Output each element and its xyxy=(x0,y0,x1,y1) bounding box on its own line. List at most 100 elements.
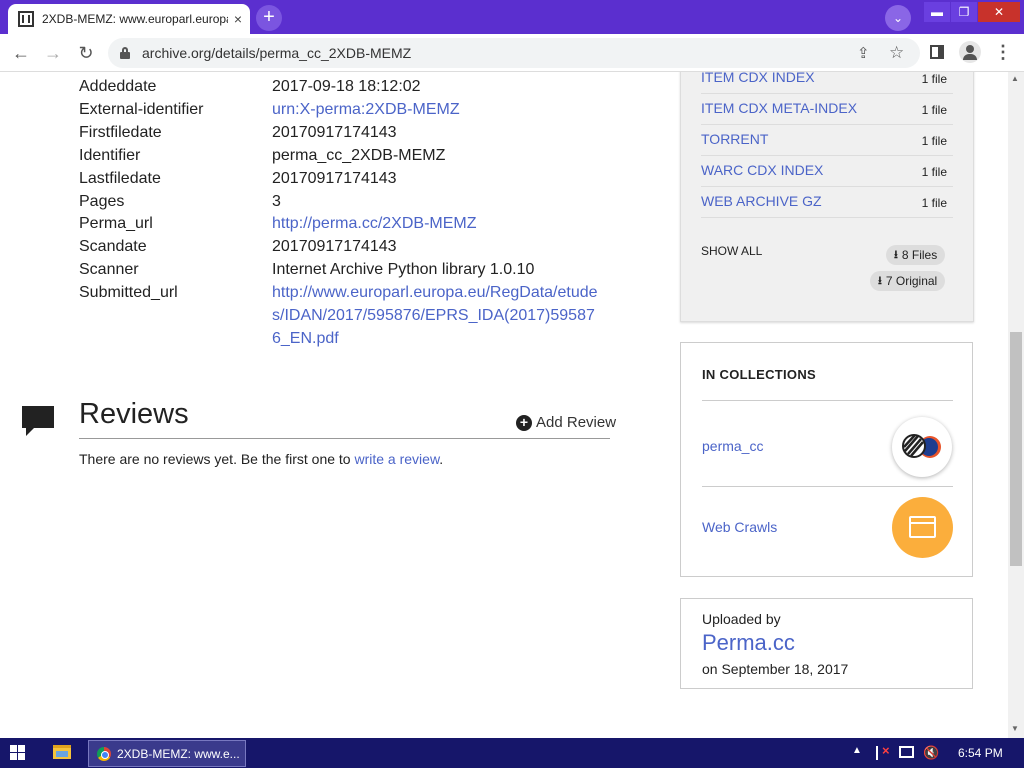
back-arrow-icon[interactable]: ← xyxy=(10,42,32,64)
bookmark-star-icon[interactable]: ☆ xyxy=(889,43,904,63)
metadata-value: 3 xyxy=(272,192,281,210)
metadata-row: Scanner Internet Archive Python library … xyxy=(79,259,639,282)
forward-arrow-icon[interactable]: → xyxy=(42,42,64,64)
metadata-key: Scanner xyxy=(79,261,139,279)
perma-url-link[interactable]: http://perma.cc/2XDB-MEMZ xyxy=(272,213,602,236)
metadata-key: Identifier xyxy=(79,146,141,164)
file-explorer-icon[interactable] xyxy=(53,745,71,759)
upload-date: on September 18, 2017 xyxy=(702,661,849,677)
divider xyxy=(702,486,953,487)
file-format-link[interactable]: WEB ARCHIVE GZ xyxy=(701,193,822,209)
original-files-label: 7 Original xyxy=(885,274,938,288)
metadata-value: perma_cc_2XDB-MEMZ xyxy=(272,146,446,164)
metadata-row: Lastfiledate 20170917174143 xyxy=(79,168,639,191)
no-reviews-text: There are no reviews yet. Be the first o… xyxy=(79,451,443,467)
submitted-url-link[interactable]: http://www.europarl.europa.eu/RegData/et… xyxy=(272,282,602,351)
plus-circle-icon: + xyxy=(516,414,532,431)
lock-icon[interactable] xyxy=(120,47,130,59)
browser-tab-bar: 2XDB-MEMZ: www.europarl.europa.eu × + ⌄ … xyxy=(0,0,1024,34)
file-count[interactable]: 1 file xyxy=(922,134,947,148)
metadata-key: Firstfiledate xyxy=(79,123,162,141)
perma-cc-logo[interactable] xyxy=(892,417,952,477)
tab-search-button[interactable]: ⌄ xyxy=(885,5,911,31)
collection-link-perma-cc[interactable]: perma_cc xyxy=(702,438,763,454)
metadata-key: Pages xyxy=(79,192,125,210)
metadata-value: 20170917174143 xyxy=(272,238,397,256)
metadata-key: External-identifier xyxy=(79,100,204,118)
reviews-heading: Reviews xyxy=(79,398,189,430)
reload-icon[interactable]: ↻ xyxy=(75,42,97,64)
show-hidden-icons-icon[interactable]: ▲ xyxy=(852,745,862,756)
file-row: WARC CDX INDEX 1 file xyxy=(701,156,953,187)
browser-tab[interactable]: 2XDB-MEMZ: www.europarl.europa.eu × xyxy=(8,4,250,34)
tab-close-icon[interactable]: × xyxy=(234,11,242,27)
metadata-row: External-identifier urn:X-perma:2XDB-MEM… xyxy=(79,99,639,122)
add-review-button[interactable]: + Add Review xyxy=(516,414,616,431)
original-files-button[interactable]: ⭳ 7 Original xyxy=(870,271,946,291)
browser-window-icon xyxy=(909,516,936,538)
download-icon: ⭳ xyxy=(894,249,898,261)
side-panel-icon[interactable] xyxy=(930,45,944,59)
action-center-flag-icon[interactable] xyxy=(876,743,890,760)
taskbar-window-label: 2XDB-MEMZ: www.e... xyxy=(117,746,240,761)
windows-start-icon[interactable] xyxy=(10,745,26,761)
metadata-value: 20170917174143 xyxy=(272,169,397,187)
perma-cc-logo-icon xyxy=(902,434,941,458)
metadata-row: Identifier perma_cc_2XDB-MEMZ xyxy=(79,145,639,168)
write-review-link[interactable]: write a review xyxy=(354,451,439,467)
close-window-button[interactable]: ✕ xyxy=(978,2,1020,22)
metadata-key: Perma_url xyxy=(79,215,153,233)
file-format-link[interactable]: TORRENT xyxy=(701,131,768,147)
collection-link-web-crawls[interactable]: Web Crawls xyxy=(702,519,777,535)
external-identifier-link[interactable]: urn:X-perma:2XDB-MEMZ xyxy=(272,99,602,122)
metadata-key: Lastfiledate xyxy=(79,169,161,187)
metadata-row: Addeddate 2017-09-18 18:12:02 xyxy=(79,76,639,99)
metadata-table: Addeddate 2017-09-18 18:12:02 External-i… xyxy=(79,76,639,351)
scroll-down-arrow-icon[interactable]: ▼ xyxy=(1011,724,1019,733)
file-count[interactable]: 1 file xyxy=(922,103,947,117)
file-format-link[interactable]: ITEM CDX INDEX xyxy=(701,72,815,85)
network-icon[interactable] xyxy=(899,746,914,758)
scrollbar-thumb[interactable] xyxy=(1010,332,1022,566)
vertical-scrollbar[interactable]: ▲ ▼ xyxy=(1008,72,1024,738)
download-icon: ⭳ xyxy=(878,275,882,287)
account-avatar-icon[interactable] xyxy=(959,41,981,63)
minimize-button[interactable]: ▬ xyxy=(924,2,950,22)
file-count[interactable]: 1 file xyxy=(922,72,947,86)
clock[interactable]: 6:54 PM xyxy=(958,746,1003,760)
file-count[interactable]: 1 file xyxy=(922,165,947,179)
download-options-panel: ITEM CDX INDEX 1 file ITEM CDX META-INDE… xyxy=(680,72,974,322)
file-row: WEB ARCHIVE GZ 1 file xyxy=(701,187,953,218)
url-text[interactable]: archive.org/details/perma_cc_2XDB-MEMZ xyxy=(142,45,411,61)
metadata-key: Addeddate xyxy=(79,78,157,95)
address-bar[interactable]: archive.org/details/perma_cc_2XDB-MEMZ ⇪… xyxy=(108,38,920,68)
collections-heading: IN COLLECTIONS xyxy=(702,367,816,382)
uploader-link[interactable]: Perma.cc xyxy=(702,630,795,656)
speech-bubble-icon xyxy=(22,406,54,436)
browser-toolbar: ← → ↻ archive.org/details/perma_cc_2XDB-… xyxy=(0,34,1024,72)
show-all-link[interactable]: SHOW ALL xyxy=(701,244,762,258)
share-icon[interactable]: ⇪ xyxy=(857,44,870,62)
volume-muted-icon[interactable]: 🔇 xyxy=(923,745,939,761)
file-format-link[interactable]: WARC CDX INDEX xyxy=(701,162,823,178)
metadata-row: Submitted_url http://www.europarl.europa… xyxy=(79,282,639,351)
taskbar-chrome-window[interactable]: 2XDB-MEMZ: www.e... xyxy=(88,740,246,767)
file-row: TORRENT 1 file xyxy=(701,125,953,156)
metadata-value: Internet Archive Python library 1.0.10 xyxy=(272,261,535,279)
web-crawls-thumbnail[interactable] xyxy=(892,497,953,558)
collections-panel: IN COLLECTIONS perma_cc Web Crawls xyxy=(680,342,973,577)
divider xyxy=(79,438,610,439)
maximize-button[interactable]: ❐ xyxy=(951,2,977,22)
metadata-key: Submitted_url xyxy=(79,284,178,302)
windows-taskbar: 2XDB-MEMZ: www.e... ▲ 🔇 6:54 PM xyxy=(0,738,1024,768)
scroll-up-arrow-icon[interactable]: ▲ xyxy=(1011,74,1019,83)
file-format-link[interactable]: ITEM CDX META-INDEX xyxy=(701,100,857,116)
new-tab-button[interactable]: + xyxy=(256,5,282,31)
browser-menu-icon[interactable]: ⋮ xyxy=(994,42,1012,63)
archive-favicon-icon xyxy=(18,11,34,27)
uploader-panel: Uploaded by Perma.cc on September 18, 20… xyxy=(680,598,973,689)
all-files-button[interactable]: ⭳ 8 Files xyxy=(886,245,946,265)
file-row: ITEM CDX META-INDEX 1 file xyxy=(701,94,953,125)
page-content: Addeddate 2017-09-18 18:12:02 External-i… xyxy=(0,72,1008,738)
file-count[interactable]: 1 file xyxy=(922,196,947,210)
